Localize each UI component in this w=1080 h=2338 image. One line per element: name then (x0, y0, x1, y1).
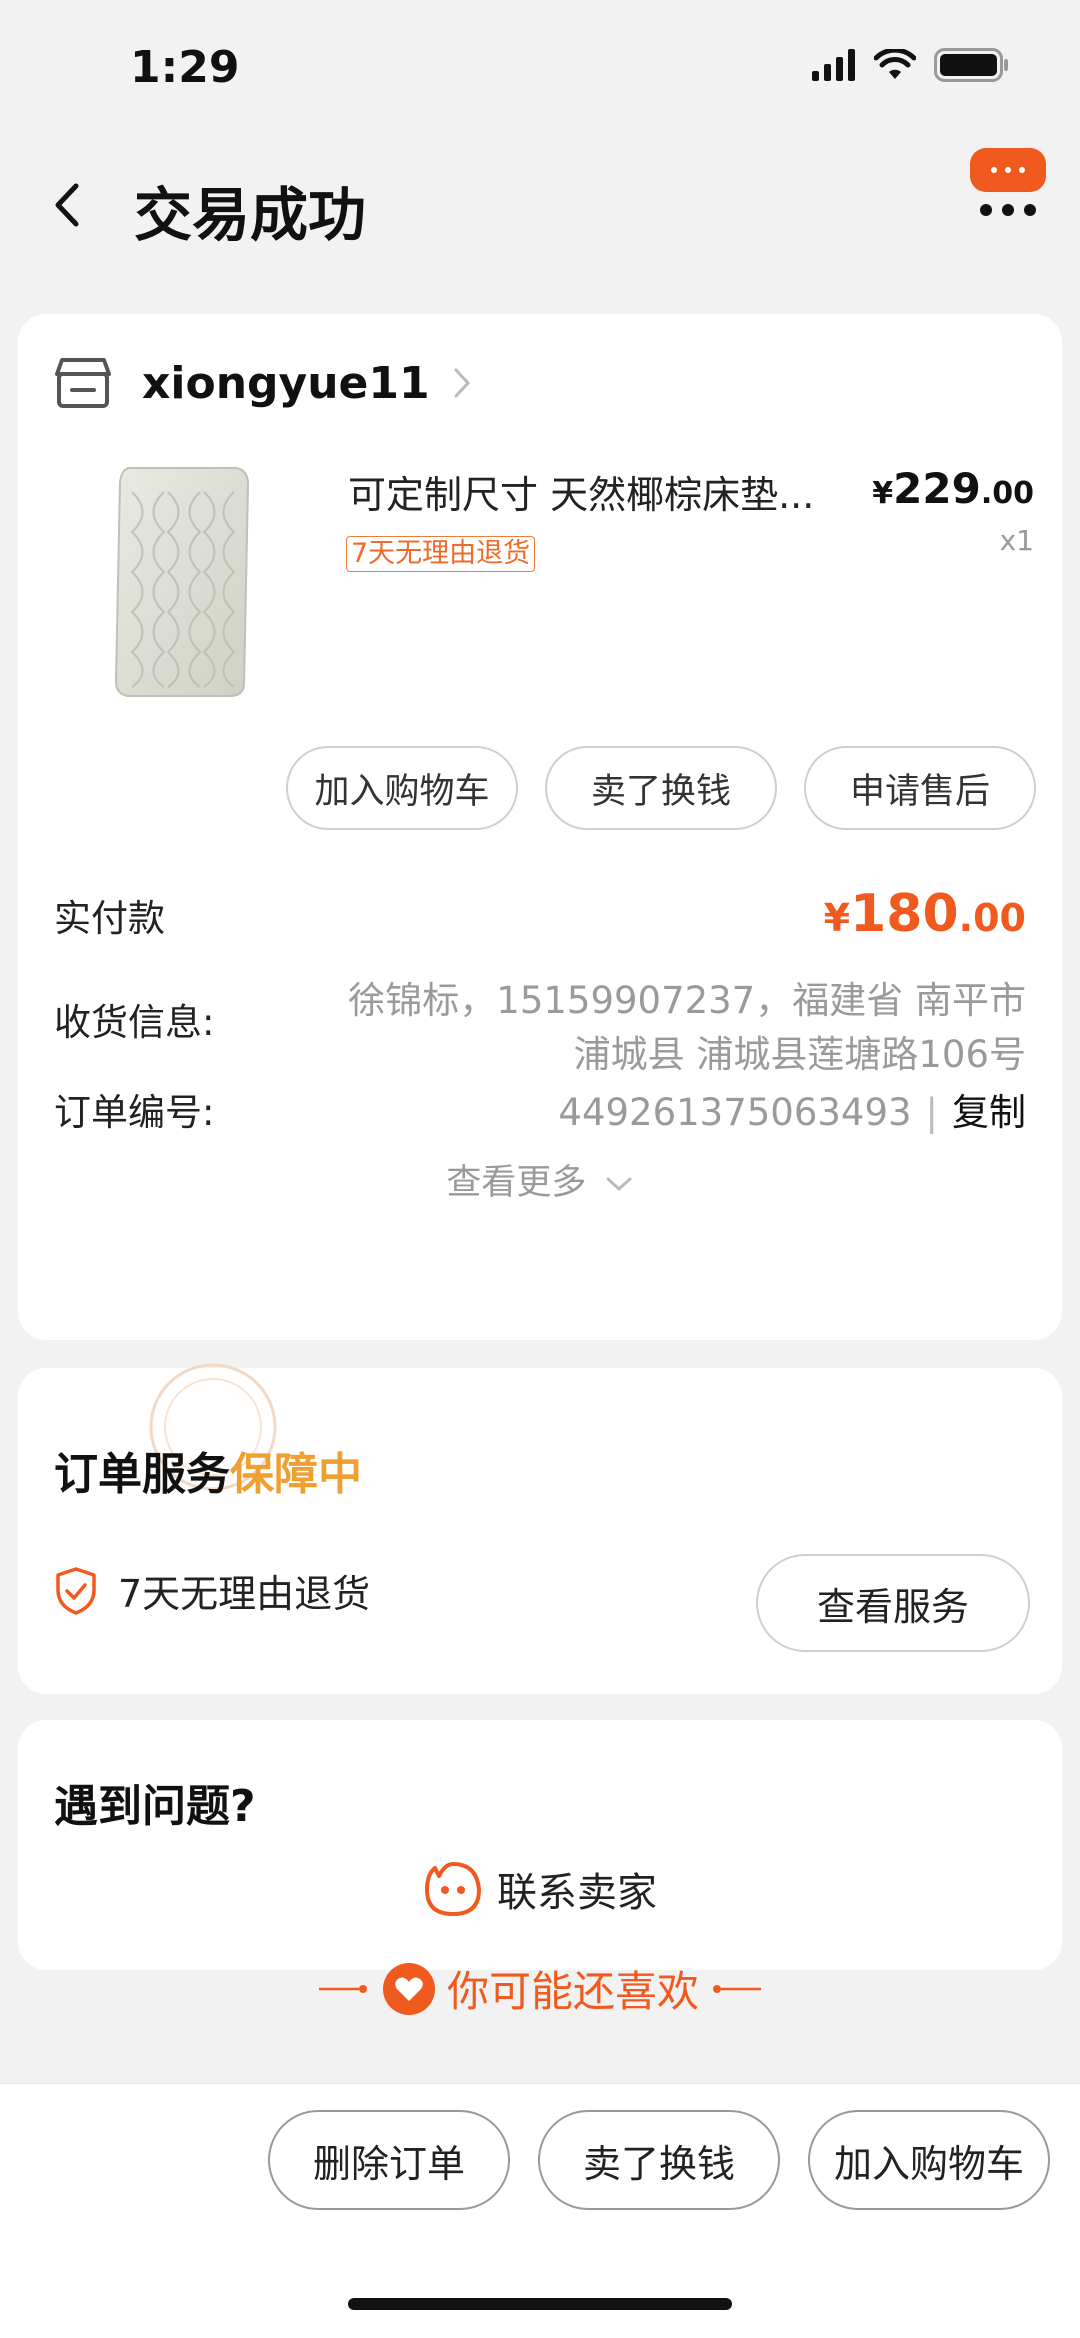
product-quantity: x1 (999, 524, 1034, 557)
service-item-label: 7天无理由退货 (118, 1572, 371, 1616)
problem-card: 遇到问题? 联系卖家 (18, 1720, 1062, 1970)
signal-icon (812, 49, 855, 81)
wifi-icon (874, 49, 916, 79)
back-arrow-icon[interactable] (48, 180, 88, 230)
chevron-right-icon (454, 368, 470, 398)
order-number-row: 449261375063493 | 复制 (558, 1082, 1026, 1136)
product-image[interactable] (108, 462, 258, 702)
shop-row[interactable]: xiongyue11 (54, 356, 472, 410)
shop-name[interactable]: xiongyue11 (142, 358, 430, 409)
paid-label: 实付款 (54, 897, 165, 940)
product-price: ¥229.00 (872, 464, 1034, 513)
order-card: xiongyue11 可定制尺寸 天然椰棕床垫... ¥229.00 x1 7天… (18, 314, 1062, 1340)
return-policy-tag: 7天无理由退货 (346, 536, 536, 572)
view-more-label: 查看更多 (446, 1163, 587, 1203)
page-title: 交易成功 (134, 181, 367, 249)
problem-title: 遇到问题? (54, 1781, 256, 1832)
line-left-icon (318, 1984, 367, 1993)
chevron-down-icon (606, 1177, 632, 1192)
paid-amount: ¥180.00 (823, 884, 1026, 944)
after-sales-button[interactable]: 申请售后 (804, 746, 1036, 830)
line-right-icon (713, 1984, 761, 1993)
home-indicator[interactable] (348, 2298, 732, 2310)
status-icons (812, 48, 1010, 82)
status-time: 1:29 (130, 42, 240, 93)
service-card: 订单服务保障中 7天无理由退货 查看服务 (18, 1363, 1062, 1694)
order-number: 449261375063493 (558, 1091, 912, 1134)
shield-check-icon (56, 1566, 96, 1615)
sell-for-cash-button[interactable]: 卖了换钱 (545, 746, 777, 830)
shop-icon (55, 358, 111, 408)
product-title[interactable]: 可定制尺寸 天然椰棕床垫... (348, 464, 814, 519)
more-menu-icon[interactable] (968, 146, 1048, 226)
copy-button[interactable]: 复制 (952, 1091, 1026, 1134)
shipping-label: 收货信息: (54, 1001, 215, 1044)
separator: | (925, 1091, 938, 1134)
battery-icon (934, 48, 1008, 82)
heart-icon (382, 1962, 435, 2015)
contact-seller-label: 联系卖家 (497, 1870, 657, 1916)
service-title: 订单服务保障中 (54, 1449, 362, 1500)
seller-chat-icon (425, 1862, 481, 1916)
sell-for-cash-bottom-button[interactable]: 卖了换钱 (538, 2110, 780, 2210)
order-number-label: 订单编号: (54, 1091, 215, 1134)
recommend-label: 你可能还喜欢 (446, 1967, 699, 2016)
add-to-cart-bottom-button[interactable]: 加入购物车 (808, 2110, 1050, 2210)
view-more-toggle[interactable]: 查看更多 (18, 1154, 1062, 1205)
contact-seller-button[interactable]: 联系卖家 (18, 1860, 1062, 1918)
add-to-cart-button[interactable]: 加入购物车 (286, 746, 518, 830)
shipping-address: 徐锦标，15159907237，福建省 南平市 浦城县 浦城县莲塘路106号 (348, 979, 1026, 1076)
service-item: 7天无理由退货 (54, 1563, 370, 1618)
recommend-header: 你可能还喜欢 (0, 1958, 1080, 2019)
view-service-button[interactable]: 查看服务 (756, 1554, 1030, 1652)
delete-order-button[interactable]: 删除订单 (268, 2110, 510, 2210)
